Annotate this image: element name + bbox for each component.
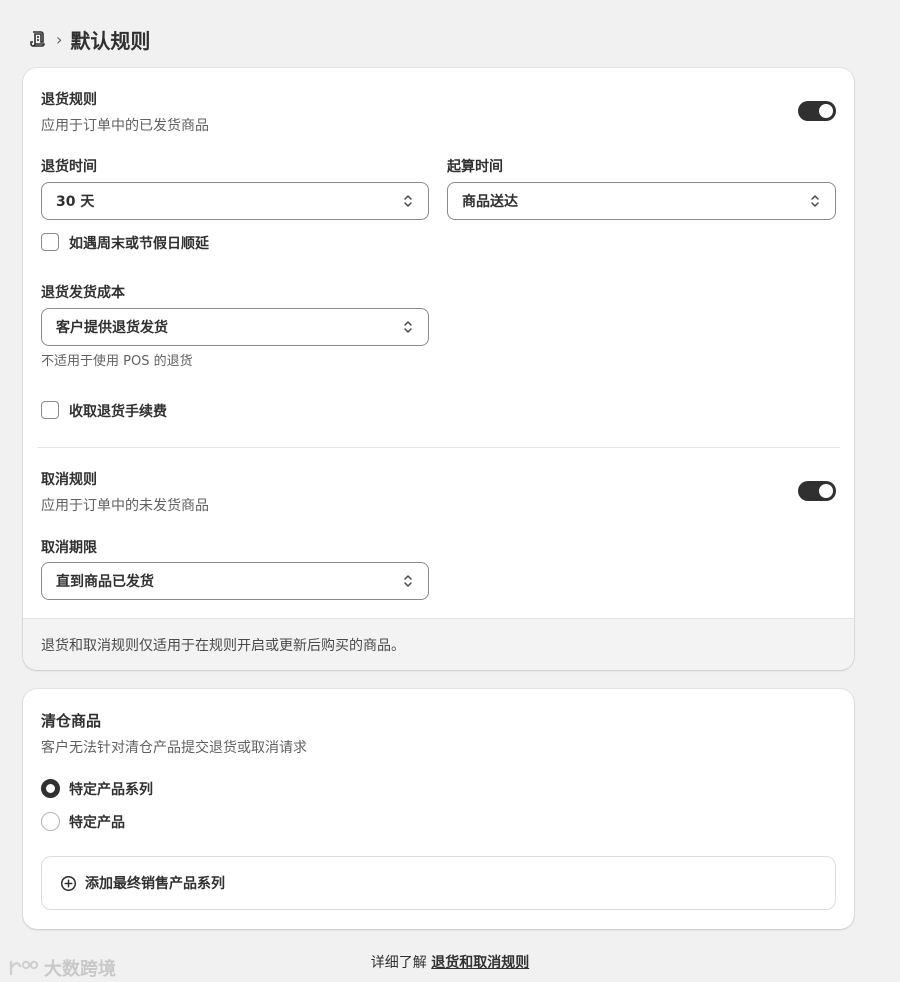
select-arrows-icon [404, 321, 412, 333]
start-time-value: 商品送达 [462, 194, 518, 210]
return-cancel-card: 退货规则 应用于订单中的已发货商品 退货时间 30 天 起算时间 商品送达 如遇… [23, 68, 854, 670]
toggle-knob [819, 484, 833, 498]
add-final-sale-collection-button[interactable]: 添加最终销售产品系列 [41, 856, 836, 910]
shipping-cost-label: 退货发货成本 [41, 285, 125, 301]
select-arrows-icon [811, 195, 819, 207]
radio-specific-collections[interactable] [41, 779, 60, 798]
learn-more: 详细了解 退货和取消规则 [0, 952, 900, 972]
watermark: 大数跨境 [8, 955, 116, 981]
shipping-cost-select[interactable]: 客户提供退货发货 [41, 308, 429, 346]
cancel-deadline-value: 直到商品已发货 [56, 574, 154, 590]
shipping-cost-value: 客户提供退货发货 [56, 320, 168, 336]
extend-holiday-label: 如遇周末或节假日顺延 [69, 236, 209, 252]
cancel-deadline-select[interactable]: 直到商品已发货 [41, 562, 429, 600]
cancel-subtitle: 应用于订单中的未发货商品 [41, 498, 209, 514]
returns-title: 退货规则 [41, 92, 97, 108]
return-window-label: 退货时间 [41, 159, 97, 175]
radio-specific-products[interactable] [41, 812, 60, 831]
select-arrows-icon [404, 575, 412, 587]
radio-specific-collections-label: 特定产品系列 [69, 782, 153, 798]
add-final-sale-collection-label: 添加最终销售产品系列 [85, 876, 225, 892]
policy-icon[interactable] [28, 29, 48, 49]
radio-specific-products-label: 特定产品 [69, 815, 125, 831]
return-window-value: 30 天 [56, 194, 95, 210]
extend-holiday-checkbox[interactable] [41, 233, 59, 251]
final-sale-title: 清仓商品 [41, 712, 102, 730]
shipping-cost-help: 不适用于使用 POS 的退货 [41, 354, 193, 369]
plus-circle-icon [60, 875, 77, 891]
watermark-logo-icon [9, 960, 39, 976]
learn-more-link[interactable]: 退货和取消规则 [431, 955, 529, 971]
returns-toggle[interactable] [798, 101, 836, 121]
page-title: 默认规则 [70, 28, 151, 53]
return-window-select[interactable]: 30 天 [41, 182, 429, 220]
start-time-label: 起算时间 [447, 159, 503, 175]
cancel-deadline-label: 取消期限 [41, 540, 97, 556]
restocking-fee-label: 收取退货手续费 [69, 404, 167, 420]
select-arrows-icon [404, 195, 412, 207]
start-time-select[interactable]: 商品送达 [447, 182, 836, 220]
breadcrumb-separator: › [56, 29, 63, 49]
returns-subtitle: 应用于订单中的已发货商品 [41, 118, 209, 134]
learn-more-prefix: 详细了解 [370, 955, 427, 971]
final-sale-subtitle: 客户无法针对清仓产品提交退货或取消请求 [41, 740, 307, 756]
page-header: › 默认规则 [28, 24, 150, 54]
footer-note-text: 退货和取消规则仅适用于在规则开启或更新后购买的商品。 [41, 637, 405, 654]
toggle-knob [819, 104, 833, 118]
watermark-text: 大数跨境 [44, 959, 116, 980]
final-sale-card: 清仓商品 客户无法针对清仓产品提交退货或取消请求 特定产品系列 特定产品 添加最… [23, 689, 854, 929]
restocking-fee-checkbox[interactable] [41, 401, 59, 419]
section-divider [37, 447, 840, 448]
card-footer-note: 退货和取消规则仅适用于在规则开启或更新后购买的商品。 [23, 618, 854, 670]
cancel-toggle[interactable] [798, 481, 836, 501]
cancel-title: 取消规则 [41, 472, 97, 488]
